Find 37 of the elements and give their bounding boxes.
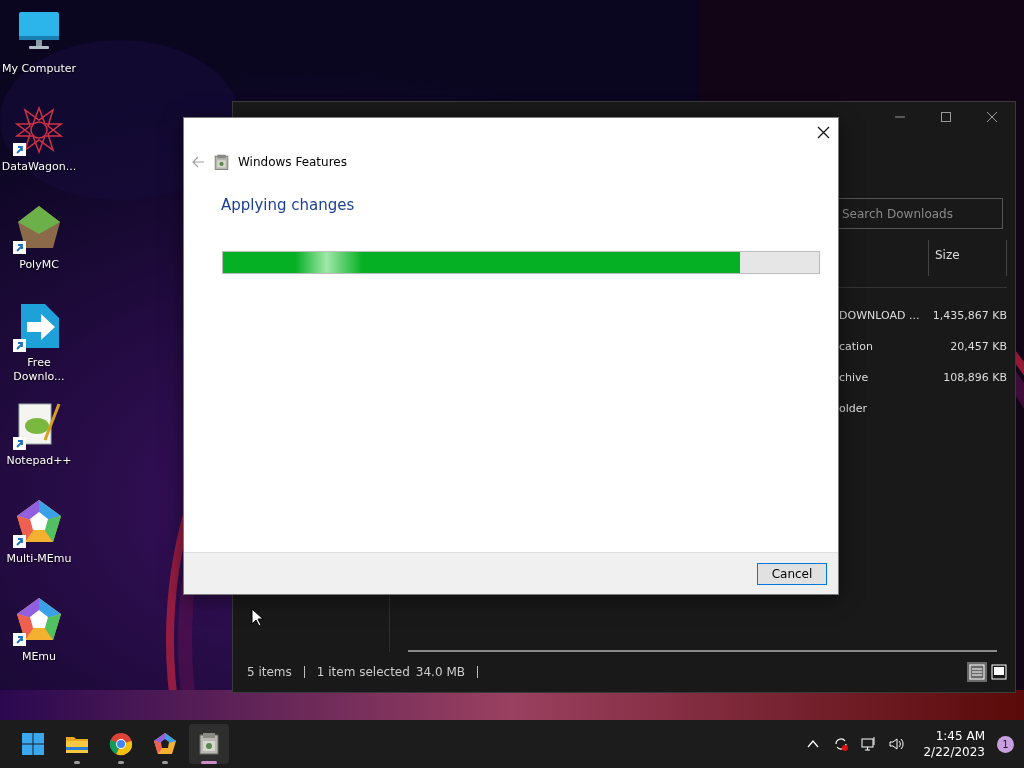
file-name: cation: [839, 340, 874, 353]
item-count: 5 items: [247, 665, 292, 679]
desktop-icon-label[interactable]: Multi-MEmu: [6, 552, 72, 566]
dialog-title: Windows Features: [238, 155, 347, 169]
desktop-icon-label[interactable]: DataWagon...: [1, 160, 77, 174]
taskbar-app-button[interactable]: [189, 724, 229, 764]
desktop-icon-label[interactable]: My Computer: [1, 62, 77, 76]
close-icon: [986, 111, 998, 123]
selection-info: 1 item selected: [316, 665, 410, 679]
clock-date[interactable]: 2/22/2023: [923, 744, 985, 760]
file-name: chive: [839, 371, 870, 384]
desktop-icon-label[interactable]: MEmu: [21, 650, 57, 664]
column-header[interactable]: Size: [928, 240, 1007, 276]
features-icon: [213, 153, 230, 171]
clock-time[interactable]: 1:45 AM: [935, 728, 985, 744]
file-name: older: [839, 402, 869, 415]
app-icon: [109, 732, 133, 756]
app-icon[interactable]: [15, 400, 63, 448]
dialog-heading: Applying changes: [221, 196, 356, 214]
notification-badge[interactable]: 1: [997, 735, 1014, 753]
desktop-icon-label[interactable]: Notepad++: [6, 454, 72, 468]
file-size: 1,435,867 KB: [931, 309, 1007, 322]
app-icon: [153, 732, 177, 756]
maximize-icon: [940, 111, 952, 123]
windows-logo-icon: [21, 732, 45, 756]
app-icon: [197, 732, 221, 756]
desktop-icon-label[interactable]: Free Downlo...: [0, 356, 78, 384]
cancel-button[interactable]: Cancel: [757, 562, 827, 585]
file-size: 108,896 KB: [942, 371, 1007, 384]
file-size: 20,457 KB: [949, 340, 1007, 353]
file-name: DOWNLOAD ...: [839, 309, 921, 322]
preview-view-button[interactable]: [989, 662, 1009, 682]
close-icon: [816, 125, 830, 139]
selection-size: 34.0 MB: [415, 665, 465, 679]
app-icon[interactable]: [15, 106, 63, 154]
mouse-cursor-icon: [251, 608, 263, 627]
desktop-icon-label[interactable]: PolyMC: [19, 258, 59, 272]
